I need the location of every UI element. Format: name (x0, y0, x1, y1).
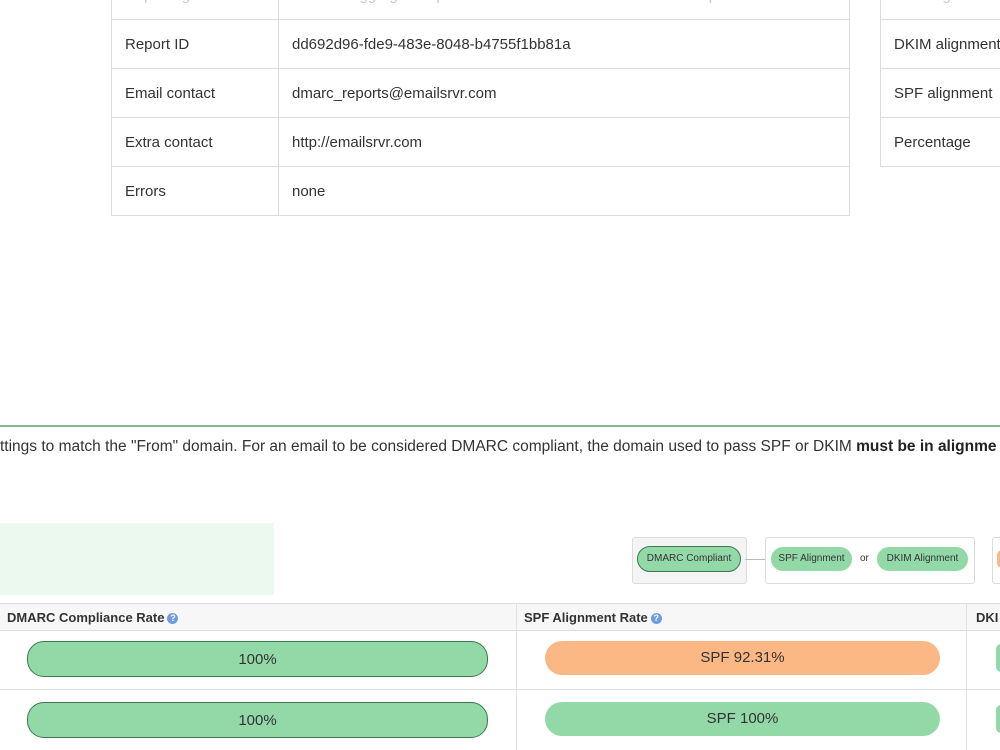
table-row: Report ID dd692d96-fde9-483e-8048-b4755f… (111, 19, 850, 69)
table-row: SPF alignment (880, 68, 1000, 118)
table-row: DKIM alignment (880, 19, 1000, 69)
section-divider (0, 425, 1000, 427)
compliance-table-header: DMARC Compliance Rate? SPF Alignment Rat… (0, 603, 1000, 631)
row-label: Extra contact (111, 117, 279, 167)
legend-or: or (860, 553, 869, 564)
explanation-bold: must be in alignme (856, 438, 997, 455)
table-row: Percentage (880, 117, 1000, 167)
alignment-explanation: ttings to match the "From" domain. For a… (0, 438, 1000, 456)
spf-alignment-bar: SPF 100% (545, 702, 940, 736)
row-label: SPF alignment (880, 68, 1000, 118)
column-divider (516, 603, 517, 750)
legend-dmarc-compliant: DMARC Compliant (637, 546, 741, 572)
row-value: dd692d96-fde9-483e-8048-b4755f1bb81a (278, 19, 850, 69)
spf-alignment-bar: SPF 92.31% (545, 641, 940, 675)
dkim-alignment-bar (996, 705, 1000, 733)
spf-alignment-header: SPF Alignment Rate? (524, 604, 662, 630)
row-label: Report ID (111, 19, 279, 69)
explanation-text: ttings to match the "From" domain. For a… (0, 438, 857, 455)
dkim-alignment-bar (996, 644, 1000, 672)
row-value: none (278, 166, 850, 216)
row-label: SPF alignment (880, 0, 1000, 20)
row-label: Percentage (880, 117, 1000, 167)
summary-panel (0, 523, 274, 595)
table-row: Reporting DMARC aggregate report from em… (111, 0, 850, 20)
help-icon[interactable]: ? (167, 613, 179, 625)
dkim-alignment-header: DKI (976, 610, 999, 625)
policy-table: SPF alignment DKIM alignment SPF alignme… (880, 0, 1000, 167)
row-label: Reporting (111, 0, 279, 20)
table-row: Email contact dmarc_reports@emailsrvr.co… (111, 68, 850, 118)
legend-dkim-alignment: DKIM Alignment (877, 547, 968, 571)
column-divider (966, 603, 967, 750)
row-value: dmarc_reports@emailsrvr.com (278, 68, 850, 118)
dmarc-compliance-bar: 100% (27, 641, 488, 677)
row-label: DKIM alignment (880, 19, 1000, 69)
help-icon[interactable]: ? (650, 613, 662, 625)
legend-connector (745, 559, 765, 560)
row-value: DMARC aggregate report from emailsrvr.co… (278, 0, 850, 20)
row-label: Errors (111, 166, 279, 216)
row-label: Email contact (111, 68, 279, 118)
table-row: Extra contact http://emailsrvr.com (111, 117, 850, 167)
legend-spf-alignment: SPF Alignment (771, 547, 852, 571)
table-row: Errors none (111, 166, 850, 216)
dmarc-compliance-header: DMARC Compliance Rate? (7, 604, 179, 630)
table-row: SPF alignment (880, 0, 1000, 20)
report-details-table: Reporting DMARC aggregate report from em… (111, 0, 850, 216)
row-divider (0, 689, 1000, 690)
row-value: http://emailsrvr.com (278, 117, 850, 167)
dmarc-compliance-bar: 100% (27, 702, 488, 738)
